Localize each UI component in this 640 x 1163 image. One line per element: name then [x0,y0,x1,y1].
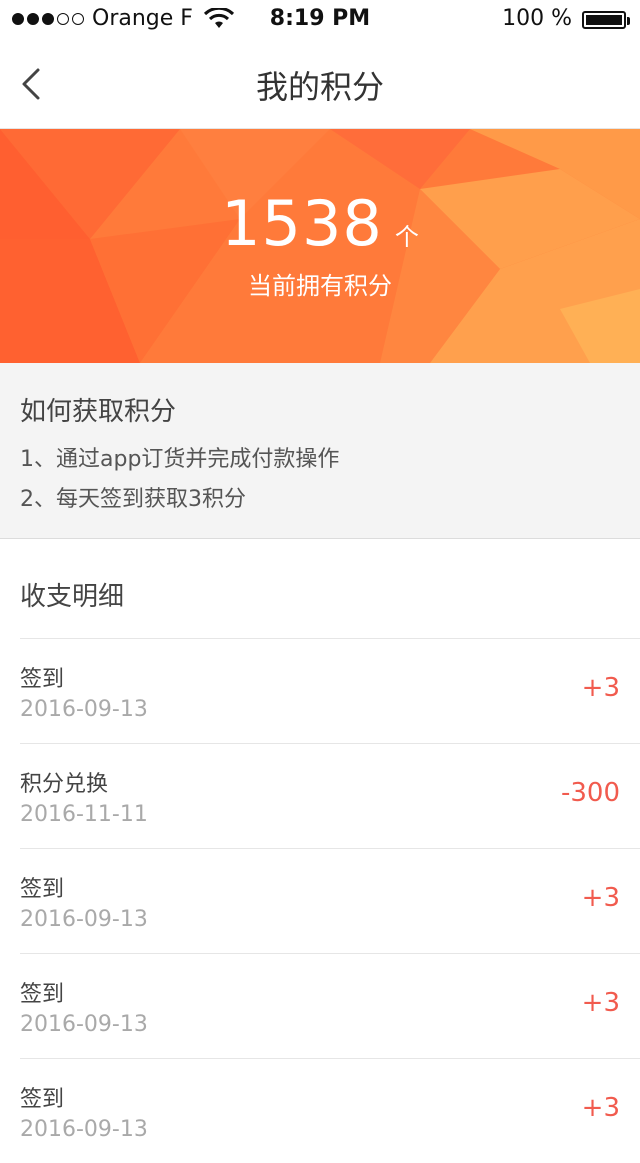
points-banner: 1538 个 当前拥有积分 [0,129,640,363]
item-title: 签到 [20,877,65,902]
item-title: 积分兑换 [20,772,109,797]
how-to-item: 1、通过app订货并完成付款操作 [20,447,340,472]
item-date: 2016-11-11 [20,802,148,827]
list-item[interactable]: 签到 2016-09-13 +3 [20,953,640,1058]
points-summary: 1538 个 当前拥有积分 [0,187,640,301]
item-amount: +3 [581,673,620,703]
item-date: 2016-09-13 [20,697,148,722]
item-date: 2016-09-13 [20,1117,148,1142]
status-bar: Orange F 8:19 PM 100 % [0,0,640,40]
how-to-item: 2、每天签到获取3积分 [20,487,246,512]
item-amount: -300 [560,778,620,808]
points-unit: 个 [394,223,419,251]
history-title: 收支明细 [20,582,125,612]
points-label: 当前拥有积分 [248,272,392,300]
page-title: 我的积分 [255,68,384,106]
item-amount: +3 [581,883,620,913]
list-item[interactable]: 签到 2016-09-13 +3 [20,1058,640,1163]
item-title: 签到 [20,1087,65,1112]
list-item[interactable]: 积分兑换 2016-11-11 -300 [20,743,640,848]
item-date: 2016-09-13 [20,907,148,932]
item-date: 2016-09-13 [20,1012,148,1037]
list-item[interactable]: 签到 2016-09-13 +3 [20,848,640,953]
item-amount: +3 [581,1093,620,1123]
battery-percent: 100 % [502,6,572,31]
item-amount: +3 [581,988,620,1018]
how-to-title: 如何获取积分 [20,397,177,427]
nav-bar: 我的积分 [0,40,640,129]
history-list: 签到 2016-09-13 +3 积分兑换 2016-11-11 -300 签到… [0,638,640,1163]
list-item[interactable]: 签到 2016-09-13 +3 [20,638,640,743]
points-value: 1538 [221,187,383,260]
battery-icon [582,11,630,29]
item-title: 签到 [20,982,65,1007]
item-title: 签到 [20,667,65,692]
how-to-earn-section: 如何获取积分 1、通过app订货并完成付款操作 2、每天签到获取3积分 [0,363,640,539]
